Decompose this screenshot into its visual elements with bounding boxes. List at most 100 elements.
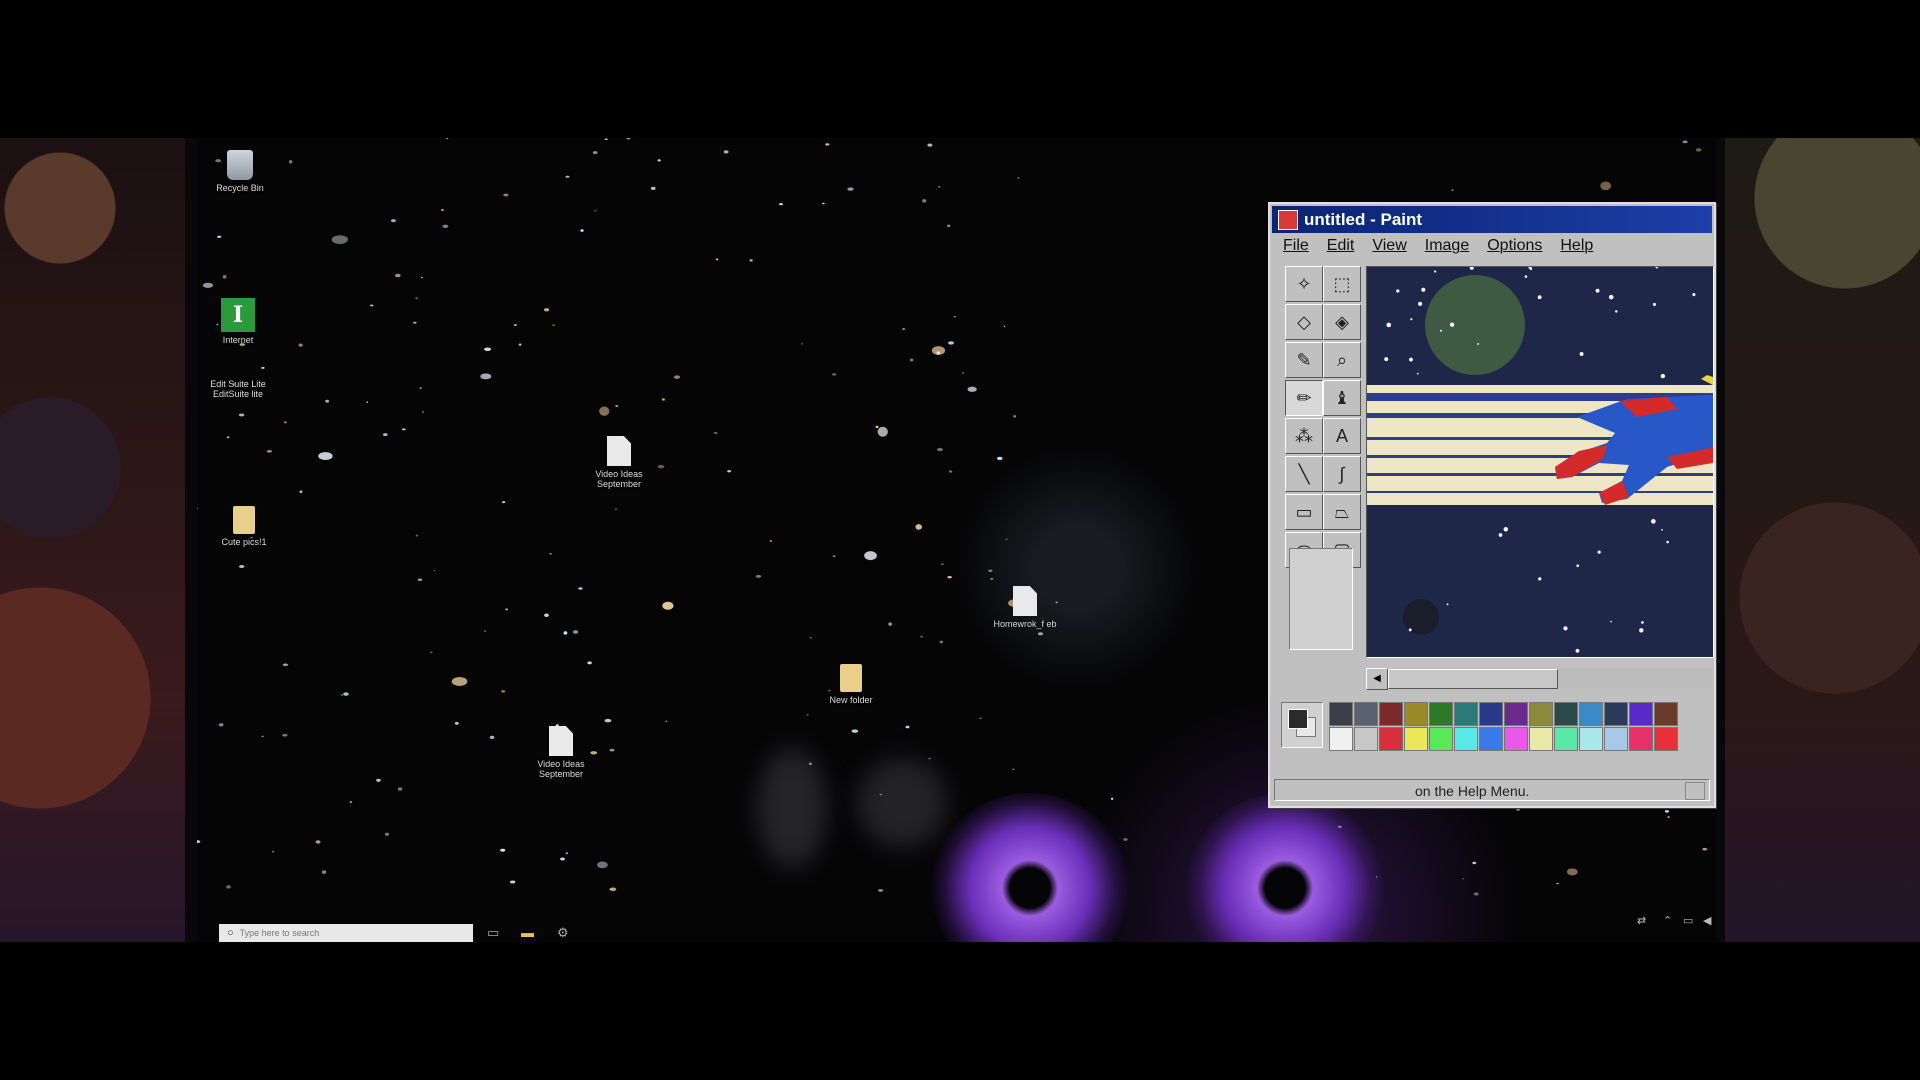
galaxy-dot bbox=[401, 428, 406, 431]
palette-swatch[interactable] bbox=[1329, 727, 1353, 751]
palette-swatch[interactable] bbox=[1654, 702, 1678, 726]
desktop-icon-editsuite[interactable]: Edit Suite Lite EditSuite lite bbox=[203, 376, 273, 399]
desktop-icon-homework[interactable]: Homewrok_f eb bbox=[990, 586, 1060, 629]
galaxy-dot bbox=[321, 870, 327, 874]
palette-swatch[interactable] bbox=[1579, 727, 1603, 751]
canvas-star bbox=[1446, 603, 1449, 606]
desktop-icon-recycle-bin[interactable]: Recycle Bin bbox=[205, 150, 275, 193]
galaxy-dot bbox=[713, 432, 718, 434]
desktop-icon-video-ideas[interactable]: Video Ideas September bbox=[584, 436, 654, 489]
palette-swatch[interactable] bbox=[1404, 702, 1428, 726]
text-icon[interactable]: A bbox=[1323, 418, 1361, 454]
galaxy-dot bbox=[749, 259, 753, 262]
status-bar: on the Help Menu. bbox=[1274, 779, 1710, 801]
rect-select-icon[interactable]: ⬚ bbox=[1323, 266, 1361, 302]
galaxy-dot bbox=[604, 138, 608, 141]
folder-icon[interactable]: ▬ bbox=[521, 925, 534, 940]
galaxy-dot bbox=[979, 717, 982, 720]
palette-swatch[interactable] bbox=[1354, 727, 1378, 751]
eraser-icon[interactable]: ◇ bbox=[1285, 304, 1323, 340]
palette-swatch[interactable] bbox=[1379, 727, 1403, 751]
desktop-icon-new-folder[interactable]: New folder bbox=[816, 664, 886, 705]
drawing-canvas[interactable] bbox=[1366, 266, 1714, 658]
current-colors[interactable] bbox=[1281, 702, 1323, 748]
palette-swatch[interactable] bbox=[1529, 727, 1553, 751]
comic-poster-left bbox=[0, 138, 185, 942]
polygon-icon[interactable]: ⏢ bbox=[1323, 494, 1361, 530]
galaxy-dot bbox=[948, 470, 953, 473]
galaxy-dot bbox=[1451, 189, 1454, 191]
speaker-icon[interactable]: ◀ bbox=[1703, 914, 1711, 927]
palette-swatch[interactable] bbox=[1529, 702, 1553, 726]
network-icon[interactable]: ⇄ bbox=[1637, 914, 1646, 927]
free-select-icon[interactable]: ✧ bbox=[1285, 266, 1323, 302]
palette-swatch[interactable] bbox=[1629, 702, 1653, 726]
menu-file[interactable]: File bbox=[1274, 237, 1318, 259]
taskbar-search[interactable]: ○ Type here to search bbox=[219, 924, 473, 942]
curve-icon[interactable]: ∫ bbox=[1323, 456, 1361, 492]
paint-window[interactable]: untitled - Paint File Edit View Image Op… bbox=[1268, 202, 1716, 808]
galaxy-dot bbox=[261, 735, 264, 738]
tool-options[interactable] bbox=[1289, 548, 1353, 650]
scrollbar-thumb[interactable] bbox=[1388, 669, 1558, 689]
palette-swatch[interactable] bbox=[1604, 727, 1628, 751]
palette-swatch[interactable] bbox=[1404, 727, 1428, 751]
canvas-star bbox=[1666, 540, 1669, 544]
galaxy-dot bbox=[442, 224, 449, 229]
palette-swatch[interactable] bbox=[1554, 727, 1578, 751]
palette-swatch[interactable] bbox=[1554, 702, 1578, 726]
palette-swatch[interactable] bbox=[1454, 727, 1478, 751]
airbrush-icon[interactable]: ⁂ bbox=[1285, 418, 1323, 454]
galaxy-dot bbox=[480, 373, 492, 380]
task-view-icon[interactable]: ▭ bbox=[487, 925, 499, 941]
menu-options[interactable]: Options bbox=[1478, 237, 1551, 259]
brush-icon[interactable]: ♝ bbox=[1323, 380, 1361, 416]
galaxy-dot bbox=[502, 501, 506, 504]
palette-swatch[interactable] bbox=[1504, 702, 1528, 726]
palette-swatch[interactable] bbox=[1479, 702, 1503, 726]
title-bar[interactable]: untitled - Paint bbox=[1272, 206, 1712, 233]
galaxy-dot bbox=[1695, 148, 1702, 152]
desktop-icon-label: Cute pics!1 bbox=[221, 537, 267, 547]
desktop-icon-internet[interactable]: I Internet bbox=[203, 298, 273, 345]
foreground-color-swatch[interactable] bbox=[1288, 709, 1308, 729]
canvas-star bbox=[1692, 293, 1696, 297]
palette-swatch[interactable] bbox=[1504, 727, 1528, 751]
desktop[interactable]: Recycle Bin I Internet Edit Suite Lite E… bbox=[197, 138, 1717, 942]
resize-grip-icon[interactable] bbox=[1685, 782, 1705, 800]
palette-swatch[interactable] bbox=[1429, 727, 1453, 751]
palette-swatch[interactable] bbox=[1654, 727, 1678, 751]
color-picker-icon[interactable]: ✎ bbox=[1285, 342, 1323, 378]
desktop-icon-cute-pics[interactable]: Cute pics!1 bbox=[209, 506, 279, 547]
menu-image[interactable]: Image bbox=[1416, 237, 1478, 259]
menu-edit[interactable]: Edit bbox=[1318, 237, 1364, 259]
chevron-up-icon[interactable]: ⌃ bbox=[1663, 914, 1672, 927]
palette-swatch[interactable] bbox=[1379, 702, 1403, 726]
palette-swatch[interactable] bbox=[1604, 702, 1628, 726]
palette-swatch[interactable] bbox=[1454, 702, 1478, 726]
pencil-icon[interactable]: ✏ bbox=[1285, 380, 1323, 416]
display-icon[interactable]: ▭ bbox=[1683, 914, 1693, 927]
letterbox-top bbox=[0, 0, 1920, 138]
palette-swatch[interactable] bbox=[1329, 702, 1353, 726]
palette-swatch[interactable] bbox=[1354, 702, 1378, 726]
fill-icon[interactable]: ◈ bbox=[1323, 304, 1361, 340]
palette-swatch[interactable] bbox=[1579, 702, 1603, 726]
galaxy-dot bbox=[560, 857, 565, 861]
scroll-left-icon[interactable]: ◀ bbox=[1366, 668, 1388, 690]
canvas-star bbox=[1641, 621, 1644, 624]
gear-icon[interactable]: ⚙ bbox=[557, 925, 569, 941]
galaxy-dot bbox=[809, 636, 812, 639]
menu-view[interactable]: View bbox=[1363, 237, 1415, 259]
palette-swatch[interactable] bbox=[1479, 727, 1503, 751]
desktop-icon-video-ideas-2[interactable]: Video Ideas September bbox=[526, 726, 596, 779]
palette-swatch[interactable] bbox=[1629, 727, 1653, 751]
galaxy-dot bbox=[657, 159, 661, 162]
magnifier-icon[interactable]: ⌕ bbox=[1323, 342, 1361, 378]
line-icon[interactable]: ╲ bbox=[1285, 456, 1323, 492]
palette-swatch[interactable] bbox=[1429, 702, 1453, 726]
menu-help[interactable]: Help bbox=[1551, 237, 1602, 259]
horizontal-scrollbar[interactable]: ◀ bbox=[1366, 668, 1712, 690]
galaxy-dot bbox=[238, 413, 245, 417]
rectangle-icon[interactable]: ▭ bbox=[1285, 494, 1323, 530]
